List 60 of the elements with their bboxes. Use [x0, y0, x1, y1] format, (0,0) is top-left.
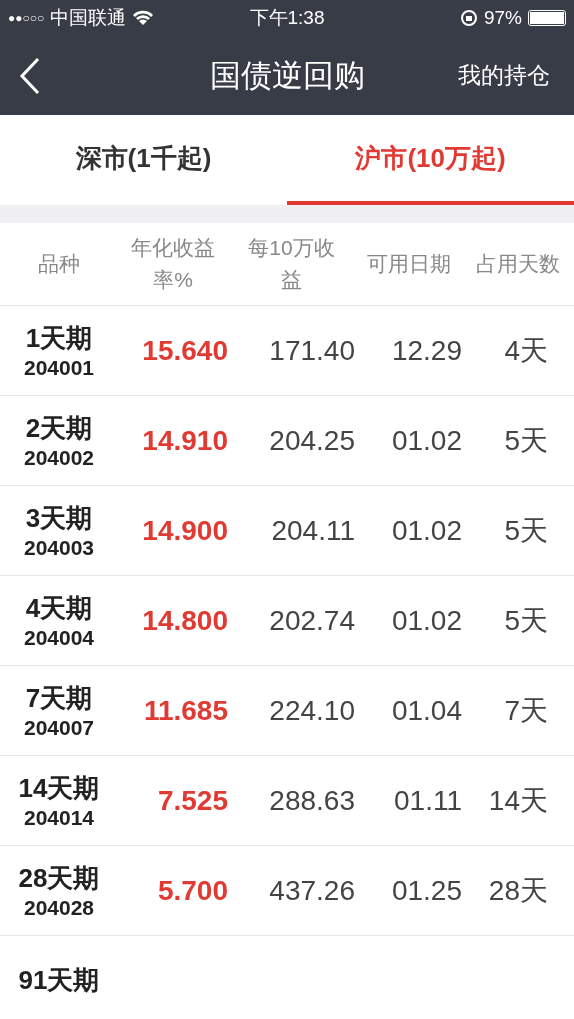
bond-code: 204002 [23, 446, 95, 470]
date-cell-text: 01.02 [390, 424, 462, 457]
annual-rate: 14.900 [141, 514, 228, 547]
bond-code: 204004 [23, 626, 95, 650]
column-header: 可用日期 [365, 251, 452, 277]
bond-code: 204001 [23, 356, 95, 380]
annual-rate: 5.700 [156, 874, 228, 907]
days-cell-text: 4天 [503, 333, 549, 368]
days-cell-text: 5天 [503, 603, 549, 638]
term-name: 7天期 [25, 682, 93, 715]
rotation-lock-icon [459, 9, 478, 27]
column-header: 年化收益率% [130, 235, 216, 293]
date-cell-text: 12.29 [390, 334, 462, 367]
back-icon[interactable] [18, 55, 42, 96]
income-cell-text: 204.11 [270, 514, 355, 547]
page-title: 国债逆回购 [209, 56, 365, 95]
term-name: 3天期 [25, 502, 93, 535]
annual-rate: 7.525 [156, 784, 228, 817]
battery-icon [528, 10, 566, 26]
term-name: 91天期 [18, 964, 100, 997]
column-header: 每10万收益 [247, 235, 336, 293]
bond-code: 204028 [23, 896, 95, 920]
term-name: 4天期 [25, 592, 93, 625]
days-cell-text: 5天 [503, 513, 549, 548]
days-cell-text: 14天 [487, 783, 549, 818]
income-cell-text: 437.26 [268, 874, 355, 907]
signal-strength: ●●○○○ [8, 11, 45, 25]
date-cell-text: 01.25 [390, 874, 462, 907]
income-cell-text: 224.10 [268, 694, 355, 727]
holdings-link[interactable]: 我的持仓 [458, 60, 550, 91]
term-name: 2天期 [25, 412, 93, 445]
days-cell-text: 28天 [487, 873, 549, 908]
term-name: 28天期 [18, 862, 100, 895]
date-cell-text: 01.04 [390, 694, 462, 727]
battery-percent: 97% [483, 7, 522, 29]
market-tab[interactable]: 沪市(10万起) [287, 115, 574, 205]
wifi-icon [132, 10, 155, 26]
income-cell-text: 204.25 [268, 424, 355, 457]
bond-code: 204007 [23, 716, 95, 740]
income-cell-text: 288.63 [268, 784, 355, 817]
market-tab[interactable]: 深市(1千起) [0, 115, 287, 205]
annual-rate: 14.910 [141, 424, 228, 457]
income-cell-text: 202.74 [268, 604, 355, 637]
annual-rate: 15.640 [141, 334, 228, 367]
annual-rate: 14.800 [141, 604, 228, 637]
income-cell-text: 171.40 [268, 334, 355, 367]
date-cell-text: 01.11 [393, 784, 462, 817]
term-name: 1天期 [25, 322, 93, 355]
column-header: 品种 [37, 251, 81, 277]
days-cell-text: 7天 [503, 693, 549, 728]
bond-code: 204014 [23, 806, 95, 830]
column-header: 占用天数 [475, 251, 561, 277]
date-cell-text: 01.02 [390, 604, 462, 637]
days-cell-text: 5天 [503, 423, 549, 458]
annual-rate: 11.685 [142, 694, 228, 727]
carrier-name: 中国联通 [50, 6, 127, 30]
term-name: 14天期 [18, 772, 100, 805]
status-time: 下午1:38 [249, 6, 325, 30]
date-cell-text: 01.02 [390, 514, 462, 547]
bond-code: 204003 [23, 536, 95, 560]
